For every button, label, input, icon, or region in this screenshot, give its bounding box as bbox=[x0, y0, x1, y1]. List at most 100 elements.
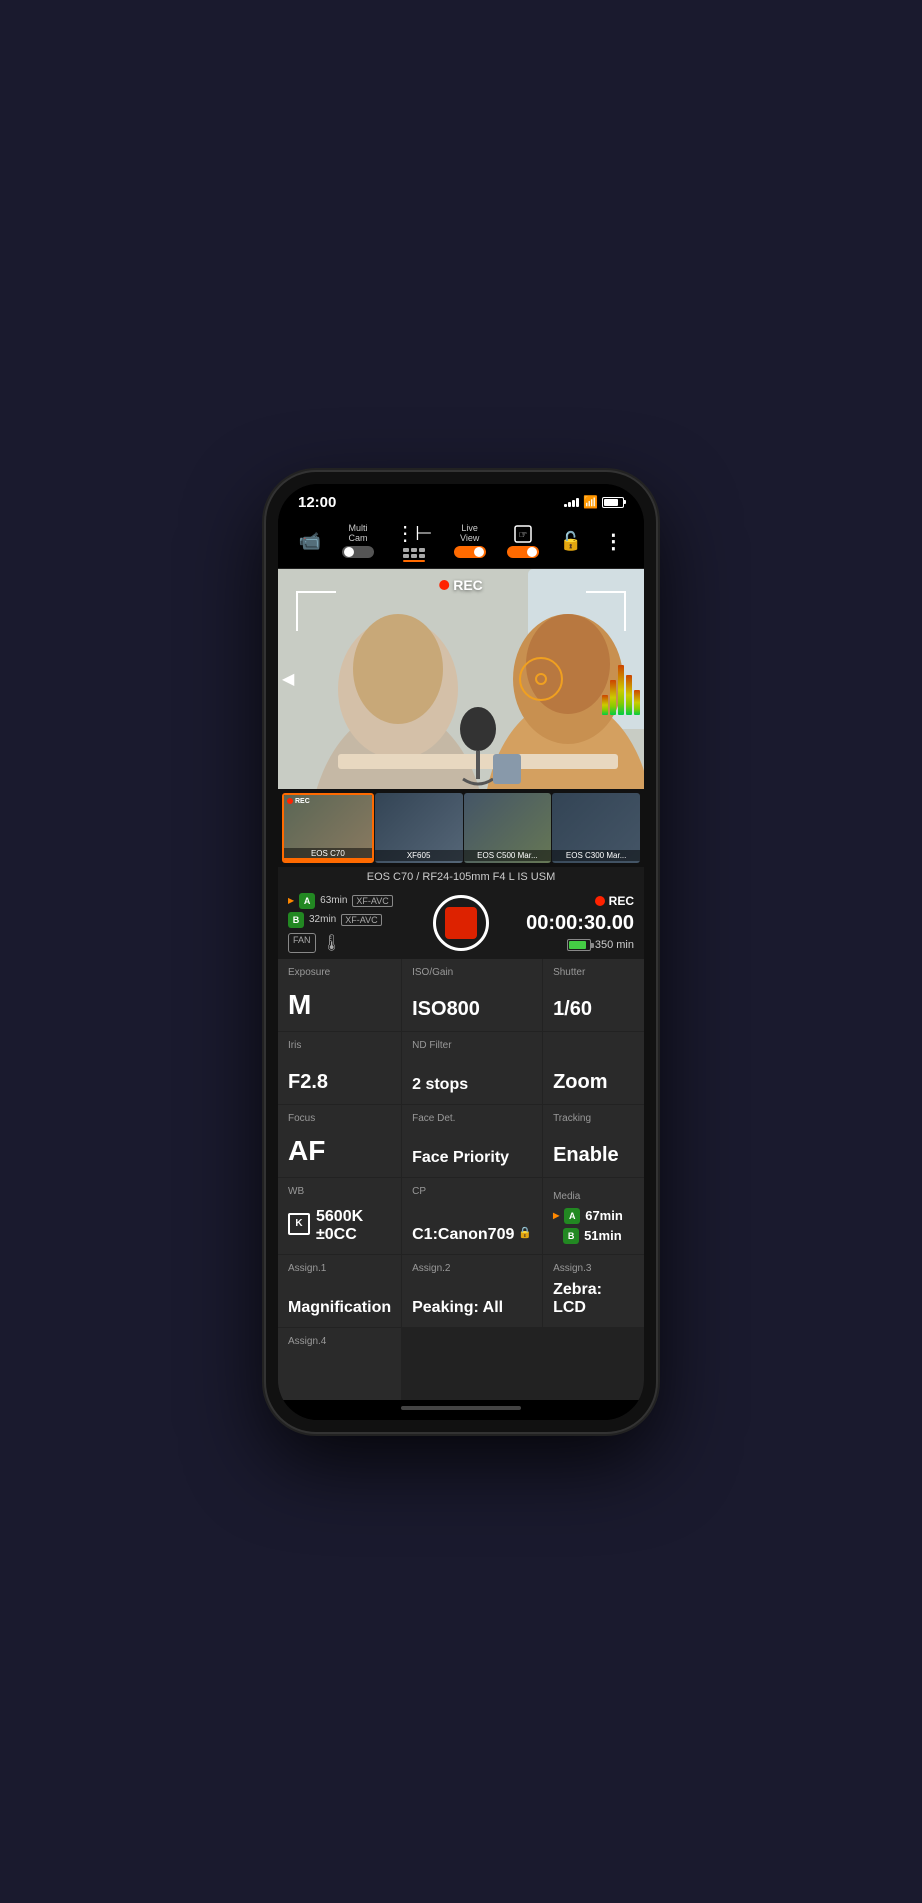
cam-thumb-label-3: EOS C300 Mar... bbox=[552, 850, 640, 861]
rec-button-inner bbox=[445, 907, 477, 939]
media-label: Media bbox=[553, 1191, 580, 1202]
cam-model: EOS C70 / RF24-105mm F4 L IS USM bbox=[367, 871, 555, 883]
cp-value: C1:Canon709 bbox=[412, 1226, 514, 1244]
cp-cell[interactable]: CP C1:Canon709 🔒 bbox=[402, 1178, 542, 1254]
rec-live-indicator: REC bbox=[595, 894, 634, 908]
focus-label: Focus bbox=[288, 1113, 391, 1124]
assign3-label: Assign.3 bbox=[553, 1263, 634, 1274]
liveview-toggle[interactable] bbox=[454, 546, 486, 558]
media-slots: ▶ A 67min B 51min bbox=[553, 1208, 634, 1244]
assign4-cell[interactable]: Assign.4 bbox=[278, 1328, 401, 1400]
assign2-cell[interactable]: Assign.2 Peaking: All bbox=[402, 1255, 542, 1327]
wifi-icon: 📶 bbox=[583, 495, 598, 509]
rec-live-dot bbox=[595, 896, 605, 906]
rec-slot-b: B 32min XF-AVC bbox=[288, 912, 427, 928]
left-arrow[interactable]: ◀ bbox=[282, 669, 294, 689]
status-time: 12:00 bbox=[298, 494, 336, 511]
assign1-label: Assign.1 bbox=[288, 1263, 391, 1274]
touch-icon: ☞ bbox=[513, 524, 533, 544]
grid-icon: ⋮⊢ bbox=[395, 521, 432, 546]
slot-a-time: 63min bbox=[320, 895, 347, 906]
temp-icon: 🌡 bbox=[322, 933, 342, 953]
wb-value: 5600K±0CC bbox=[316, 1208, 363, 1244]
viewfinder[interactable]: REC ◀ bbox=[278, 569, 644, 789]
svg-text:☞: ☞ bbox=[518, 530, 527, 541]
touch-button[interactable]: ☞ bbox=[507, 524, 539, 558]
grid-button[interactable]: ⋮⊢ bbox=[395, 521, 432, 562]
iso-cell[interactable]: ISO/Gain ISO800 bbox=[402, 959, 542, 1031]
more-button[interactable]: ⋮ bbox=[603, 529, 623, 554]
wb-cell[interactable]: WB K 5600K±0CC bbox=[278, 1178, 401, 1254]
slot-b-badge: B bbox=[288, 912, 304, 928]
iris-label: Iris bbox=[288, 1040, 391, 1051]
wb-content: K 5600K±0CC bbox=[288, 1204, 391, 1244]
camera-button[interactable]: 📹 bbox=[299, 531, 321, 552]
iso-label: ISO/Gain bbox=[412, 967, 532, 978]
shutter-cell[interactable]: Shutter 1/60 bbox=[543, 959, 644, 1031]
liveview-button[interactable]: LiveView bbox=[454, 524, 486, 558]
tracking-label: Tracking bbox=[553, 1113, 634, 1124]
toolbar: 📹 MultiCam ⋮⊢ bbox=[278, 515, 644, 569]
focus-value: AF bbox=[288, 1135, 391, 1167]
media-slot-a-row: ▶ A 67min bbox=[553, 1208, 634, 1224]
multicam-button[interactable]: MultiCam bbox=[342, 524, 374, 558]
slot-b-time: 32min bbox=[309, 914, 336, 925]
assign3-cell[interactable]: Assign.3 Zebra: LCD bbox=[543, 1255, 644, 1327]
slot-a-play-icon: ▶ bbox=[288, 896, 294, 905]
camera-thumbnails: REC EOS C70 XF605 EOS C500 Mar... EOS C3… bbox=[278, 789, 644, 867]
cam-thumb-label-1: XF605 bbox=[375, 850, 463, 861]
control-grid: Exposure M ISO/Gain ISO800 Shutter 1/60 … bbox=[278, 959, 644, 1400]
cam-thumb-0[interactable]: REC EOS C70 bbox=[282, 793, 374, 863]
slot-b-codec: XF-AVC bbox=[341, 914, 381, 926]
status-bar: 12:00 📶 bbox=[278, 484, 644, 515]
fan-icon: FAN bbox=[288, 933, 316, 953]
liveview-label: LiveView bbox=[460, 524, 479, 544]
iris-value: F2.8 bbox=[288, 1071, 391, 1094]
battery-time: 350 min bbox=[595, 939, 634, 951]
exposure-cell[interactable]: Exposure M bbox=[278, 959, 401, 1031]
af-circle bbox=[519, 657, 563, 701]
cam-thumb-3[interactable]: EOS C300 Mar... bbox=[552, 793, 640, 863]
slot-a-badge: A bbox=[299, 893, 315, 909]
tracking-cell[interactable]: Tracking Enable bbox=[543, 1105, 644, 1177]
rec-timer: 00:00:30.00 bbox=[526, 912, 634, 935]
cam-thumb-1[interactable]: XF605 bbox=[375, 793, 463, 863]
more-icon: ⋮ bbox=[603, 529, 623, 554]
battery-icon bbox=[567, 939, 591, 951]
assign3-value: Zebra: LCD bbox=[553, 1281, 634, 1317]
wb-k-badge: K bbox=[288, 1213, 310, 1235]
media-play-icon: ▶ bbox=[553, 1211, 559, 1220]
rec-label: REC bbox=[453, 577, 483, 593]
focus-bracket-tl bbox=[296, 591, 336, 631]
cp-lock-icon: 🔒 bbox=[518, 1226, 532, 1239]
focus-cell[interactable]: Focus AF bbox=[278, 1105, 401, 1177]
assign2-value: Peaking: All bbox=[412, 1299, 532, 1317]
exposure-label: Exposure bbox=[288, 967, 391, 978]
nd-filter-cell[interactable]: ND Filter 2 stops bbox=[402, 1032, 542, 1104]
face-det-cell[interactable]: Face Det. Face Priority bbox=[402, 1105, 542, 1177]
rec-status: ▶ A 63min XF-AVC B 32min XF-AVC FAN 🌡 bbox=[278, 887, 644, 959]
cam-thumb-2[interactable]: EOS C500 Mar... bbox=[464, 793, 552, 863]
rec-button[interactable] bbox=[433, 895, 489, 951]
zoom-value: Zoom bbox=[553, 1071, 634, 1094]
phone-shell: 12:00 📶 📹 MultiCam bbox=[266, 472, 656, 1432]
cam-thumb-rec-0: REC bbox=[287, 798, 310, 805]
assign1-cell[interactable]: Assign.1 Magnification bbox=[278, 1255, 401, 1327]
rec-live-label: REC bbox=[609, 894, 634, 908]
battery-row: 350 min bbox=[567, 939, 634, 951]
lock-button[interactable]: 🔓 bbox=[560, 531, 582, 552]
tracking-value: Enable bbox=[553, 1144, 634, 1167]
zoom-cell[interactable]: Zoom bbox=[543, 1032, 644, 1104]
exposure-value: M bbox=[288, 989, 391, 1021]
rec-slots: ▶ A 63min XF-AVC B 32min XF-AVC FAN 🌡 bbox=[288, 893, 427, 953]
assign1-value: Magnification bbox=[288, 1299, 391, 1317]
media-cell[interactable]: Media ▶ A 67min B 51min bbox=[543, 1178, 644, 1254]
face-det-value: Face Priority bbox=[412, 1149, 532, 1167]
multicam-toggle[interactable] bbox=[342, 546, 374, 558]
touch-toggle[interactable] bbox=[507, 546, 539, 558]
phone-screen: 12:00 📶 📹 MultiCam bbox=[278, 484, 644, 1420]
iris-cell[interactable]: Iris F2.8 bbox=[278, 1032, 401, 1104]
media-slot-a-time: 67min bbox=[585, 1208, 623, 1223]
grid-icon-svg bbox=[403, 548, 425, 562]
battery-status-icon bbox=[602, 497, 624, 508]
